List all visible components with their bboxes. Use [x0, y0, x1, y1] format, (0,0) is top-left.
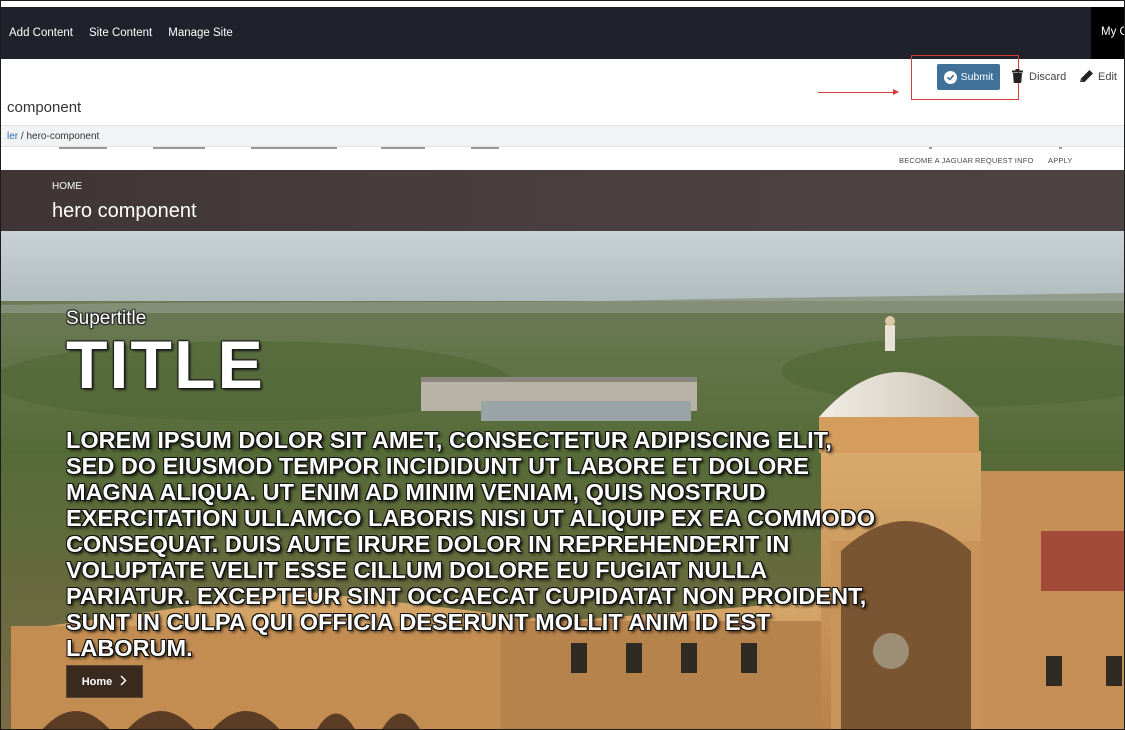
hero-title: TITLE	[66, 327, 265, 403]
check-circle-icon	[943, 70, 957, 84]
manage-site-link[interactable]: Manage Site	[168, 27, 233, 39]
header-breadcrumb-home[interactable]: HOME	[52, 181, 82, 192]
admin-menu: Add Content Site Content Manage Site	[9, 7, 233, 59]
submit-label: Submit	[960, 71, 994, 83]
hero-home-button[interactable]: Home	[66, 665, 143, 698]
discard-button[interactable]: Discard	[1012, 68, 1066, 86]
hero-component: Supertitle TITLE LOREM IPSUM DOLOR SIT A…	[1, 231, 1124, 729]
site-navigation: BECOME A JAGUAR REQUEST INFO APPLY	[1, 147, 1124, 170]
become-a-jaguar-link[interactable]: BECOME A JAGUAR	[899, 156, 973, 165]
page-title: component	[7, 99, 82, 116]
nav-item-clipped[interactable]	[471, 147, 499, 149]
page-header: HOME hero component	[1, 170, 1124, 231]
submit-button[interactable]: Submit	[937, 64, 1000, 90]
nav-item-clipped[interactable]	[381, 147, 425, 149]
breadcrumb-parent-link[interactable]: ler	[7, 131, 18, 142]
edit-button[interactable]: Edit	[1079, 68, 1117, 86]
breadcrumb-separator: /	[20, 131, 24, 142]
breadcrumb: ler / hero-component	[1, 125, 1124, 147]
breadcrumb-trail: ler / hero-component	[7, 131, 99, 142]
admin-bar: Add Content Site Content Manage Site My …	[1, 7, 1124, 59]
site-content-link[interactable]: Site Content	[89, 27, 152, 39]
hero-home-button-label: Home	[81, 675, 113, 688]
pencil-icon	[1079, 69, 1094, 86]
account-menu-label[interactable]: My C	[1101, 26, 1124, 38]
account-menu[interactable]: My C	[1091, 7, 1124, 59]
add-content-link[interactable]: Add Content	[9, 27, 73, 39]
header-title: hero component	[52, 200, 197, 222]
apply-link[interactable]: APPLY	[1048, 156, 1073, 165]
nav-item-clipped[interactable]	[59, 147, 107, 149]
nav-icon-clipped	[929, 147, 932, 149]
hero-body-text: LOREM IPSUM DOLOR SIT AMET, CONSECTETUR …	[66, 427, 876, 661]
annotation-arrow	[818, 89, 899, 95]
edit-label: Edit	[1098, 71, 1117, 83]
browser-viewport: Add Content Site Content Manage Site My …	[0, 0, 1125, 730]
nav-icon-clipped	[1059, 147, 1062, 149]
chevron-right-icon	[120, 674, 127, 689]
nav-item-clipped[interactable]	[251, 147, 337, 149]
request-info-link[interactable]: REQUEST INFO	[975, 156, 1034, 165]
breadcrumb-current: hero-component	[26, 131, 100, 142]
trash-icon	[1012, 68, 1023, 86]
nav-item-clipped[interactable]	[153, 147, 205, 149]
discard-label: Discard	[1029, 71, 1067, 83]
